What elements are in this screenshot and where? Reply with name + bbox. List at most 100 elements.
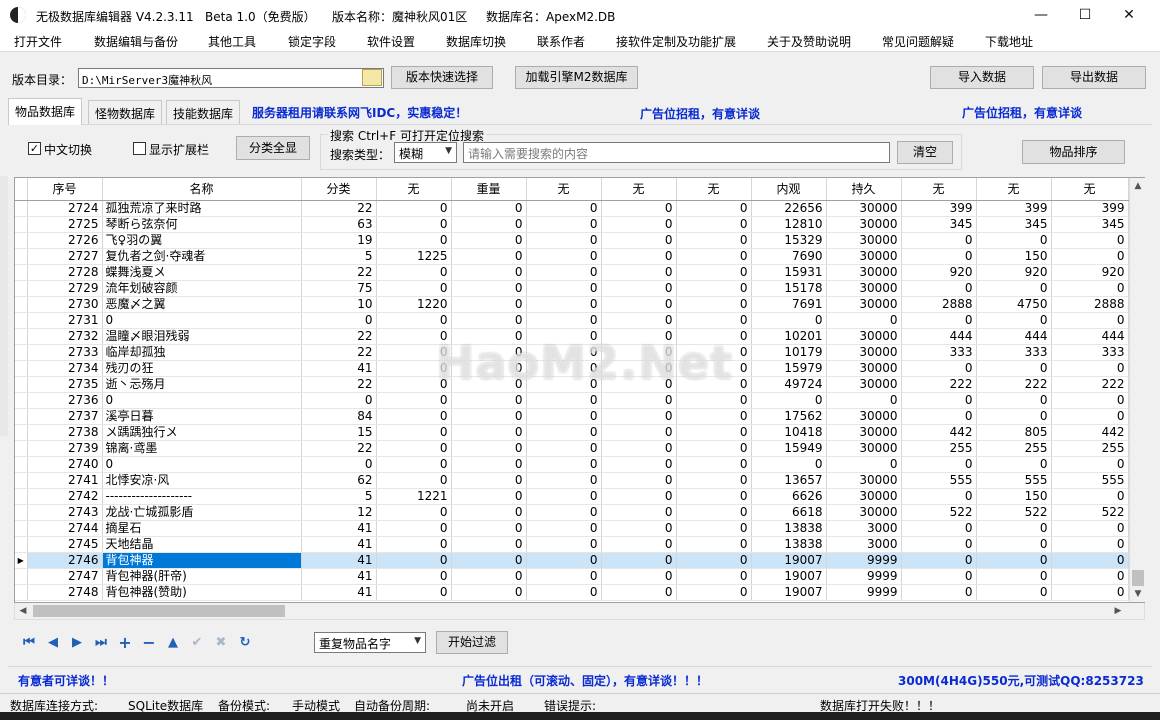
table-row[interactable]: 2735 逝丶忈殇月 22 0 0 0 0 0 49724 30000 222 222 222 <box>15 376 1129 393</box>
row-selector[interactable] <box>15 296 28 313</box>
load-db-button[interactable]: 加载引擎M2数据库 <box>515 66 638 89</box>
dup-filter-select[interactable]: 重复物品名字 ▼ <box>314 632 426 653</box>
confirm-icon[interactable]: ✔ <box>188 634 206 652</box>
cell-value[interactable]: 2888 <box>901 296 977 313</box>
cell-value[interactable]: 0 <box>376 536 452 553</box>
search-input[interactable]: 请输入需要搜索的内容 <box>463 142 890 163</box>
cell-name[interactable]: 逝丶忈殇月 <box>102 376 302 393</box>
row-selector[interactable] <box>15 408 28 425</box>
cell-value[interactable]: 19007 <box>751 584 827 601</box>
table-row[interactable]: 2730 恶魔〆之翼 10 1220 0 0 0 0 7691 30000 2888 4750 2888 <box>15 296 1129 313</box>
cell-value[interactable]: 5 <box>301 488 377 505</box>
cell-value[interactable]: 1221 <box>376 488 452 505</box>
cell-value[interactable]: 0 <box>601 344 677 361</box>
cell-name[interactable]: 背包神器(赞助) <box>102 584 302 601</box>
cell-value[interactable]: 49724 <box>751 376 827 393</box>
cell-value[interactable]: 150 <box>976 248 1052 265</box>
cell-value[interactable]: 0 <box>526 584 602 601</box>
cell-value[interactable]: 10179 <box>751 344 827 361</box>
cell-id[interactable]: 2727 <box>27 248 103 265</box>
cell-value[interactable]: 0 <box>676 232 752 249</box>
cell-value[interactable]: 522 <box>901 504 977 521</box>
cell-id[interactable]: 2742 <box>27 488 103 505</box>
cell-value[interactable]: 0 <box>601 408 677 425</box>
items-grid[interactable]: 序号 名称 分类无重量无无无内观 持久无无无 2724 孤独荒凉了来时路 22 0 0 0 0 0 2… <box>14 177 1145 603</box>
cell-value[interactable]: 0 <box>976 456 1052 473</box>
cell-value[interactable]: 442 <box>1051 424 1129 441</box>
cell-value[interactable]: 0 <box>526 504 602 521</box>
cell-name[interactable]: 临岸却孤独 <box>102 344 302 361</box>
cell-id[interactable]: 2741 <box>27 472 103 489</box>
row-selector[interactable] <box>15 520 28 537</box>
cell-value[interactable]: 7691 <box>751 296 827 313</box>
cell-value[interactable]: 0 <box>376 200 452 217</box>
cell-value[interactable]: 15329 <box>751 232 827 249</box>
table-row[interactable]: 2743 龙战·亡城孤影盾 12 0 0 0 0 0 6618 30000 522 522 522 <box>15 504 1129 521</box>
cell-value[interactable]: 222 <box>976 376 1052 393</box>
cell-value[interactable]: 0 <box>376 232 452 249</box>
cell-value[interactable]: 0 <box>376 328 452 345</box>
cell-id[interactable]: 2743 <box>27 504 103 521</box>
cell-value[interactable]: 41 <box>301 536 377 553</box>
row-selector[interactable] <box>15 584 28 601</box>
row-selector[interactable] <box>15 344 28 361</box>
cell-value[interactable]: 0 <box>451 568 527 585</box>
cell-value[interactable]: 1220 <box>376 296 452 313</box>
cell-id[interactable]: 2733 <box>27 344 103 361</box>
cell-value[interactable]: 0 <box>526 200 602 217</box>
cancel-icon[interactable]: ✖ <box>212 634 230 652</box>
cell-value[interactable]: 0 <box>976 408 1052 425</box>
cell-value[interactable]: 0 <box>676 376 752 393</box>
cell-value[interactable]: 0 <box>976 584 1052 601</box>
cell-value[interactable]: 0 <box>676 504 752 521</box>
cell-value[interactable]: 22 <box>301 344 377 361</box>
menu-lock-fields[interactable]: 锁定字段 <box>288 33 336 50</box>
cell-value[interactable]: 0 <box>826 456 902 473</box>
row-pointer-icon[interactable]: ▶ <box>15 552 28 569</box>
cell-id[interactable]: 2726 <box>27 232 103 249</box>
cell-name[interactable]: 流年划破容颜 <box>102 280 302 297</box>
cell-value[interactable]: 0 <box>526 248 602 265</box>
cell-id[interactable]: 2736 <box>27 392 103 409</box>
cell-value[interactable]: 0 <box>676 296 752 313</box>
cell-value[interactable]: 0 <box>826 312 902 329</box>
cell-value[interactable]: 0 <box>601 248 677 265</box>
cell-value[interactable]: 399 <box>901 200 977 217</box>
cell-value[interactable]: 0 <box>451 280 527 297</box>
row-selector[interactable] <box>15 568 28 585</box>
cell-id[interactable]: 2745 <box>27 536 103 553</box>
cell-id[interactable]: 2744 <box>27 520 103 537</box>
cell-name[interactable]: 锦离·鸢墨 <box>102 440 302 457</box>
cell-value[interactable]: 0 <box>601 216 677 233</box>
cell-value[interactable]: 0 <box>976 536 1052 553</box>
cell-value[interactable]: 0 <box>676 552 752 569</box>
cell-value[interactable]: 62 <box>301 472 377 489</box>
cell-value[interactable]: 0 <box>376 440 452 457</box>
cell-value[interactable]: 0 <box>376 344 452 361</box>
cell-value[interactable]: 19 <box>301 232 377 249</box>
cell-value[interactable]: 0 <box>601 264 677 281</box>
cell-value[interactable]: 0 <box>451 248 527 265</box>
cell-value[interactable]: 0 <box>451 440 527 457</box>
cell-value[interactable]: 0 <box>601 424 677 441</box>
cell-id[interactable]: 2731 <box>27 312 103 329</box>
cell-value[interactable]: 0 <box>601 360 677 377</box>
cell-value[interactable]: 0 <box>376 312 452 329</box>
cell-value[interactable]: 0 <box>1051 392 1129 409</box>
cell-value[interactable]: 30000 <box>826 472 902 489</box>
cell-value[interactable]: 30000 <box>826 200 902 217</box>
cell-value[interactable]: 0 <box>601 584 677 601</box>
table-row[interactable]: 2733 临岸却孤独 22 0 0 0 0 0 10179 30000 333 333 333 <box>15 344 1129 361</box>
scroll-up-icon[interactable]: ▲ <box>1130 178 1146 194</box>
cell-value[interactable]: 22 <box>301 440 377 457</box>
table-row[interactable]: 2729 流年划破容颜 75 0 0 0 0 0 15178 30000 0 0 0 <box>15 280 1129 297</box>
cell-value[interactable]: 0 <box>376 568 452 585</box>
table-row[interactable]: 2741 北悸安凉·风 62 0 0 0 0 0 13657 30000 555 555 555 <box>15 472 1129 489</box>
cell-value[interactable]: 0 <box>451 520 527 537</box>
last-icon[interactable]: ⏭ <box>92 634 110 652</box>
cell-value[interactable]: 0 <box>676 488 752 505</box>
menu-download[interactable]: 下载地址 <box>985 33 1033 50</box>
tab-monsters-db[interactable]: 怪物数据库 <box>88 100 163 124</box>
row-selector[interactable] <box>15 216 28 233</box>
cell-value[interactable]: 10 <box>301 296 377 313</box>
